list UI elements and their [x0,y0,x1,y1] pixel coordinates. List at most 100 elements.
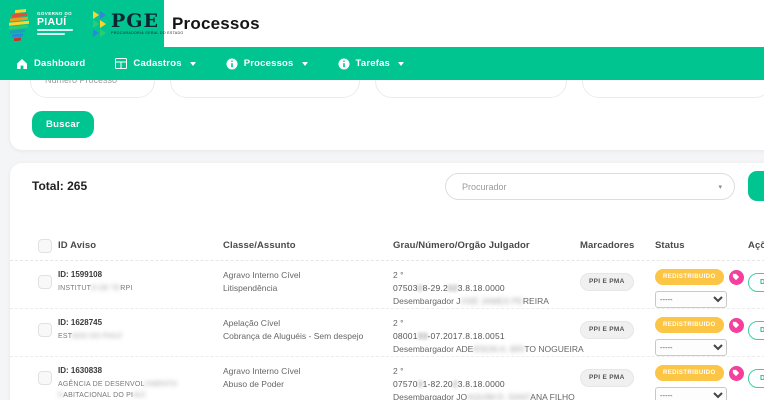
party-name: INSTITUTO DE TERPI [58,285,133,292]
status-badge: REDISTRIBUIDO [655,365,724,381]
grau-numero-cell: 2 ° 0750308-29.2023.8.18.0000 Desembarga… [393,269,580,307]
actions-cut-button[interactable] [748,171,764,201]
info-icon [226,58,238,69]
id-value: 1628745 [70,318,103,327]
status-badge: REDISTRIBUIDO [655,317,724,333]
process-number: 0757031-82.2023.8.18.0000 [393,378,505,389]
nav-item-processos[interactable]: Processos [226,58,308,70]
id-label: ID: [58,270,69,279]
grau-numero-cell: 2 ° 0800133-07.2017.8.18.0051 Desembarga… [393,317,584,355]
detalhes-button[interactable]: DETALHES [748,273,764,292]
chevron-down-icon [189,61,196,66]
row-checkbox[interactable] [38,371,52,385]
detalhes-button[interactable]: DETALHES [748,321,764,340]
id-aviso-cell: ID: 1628745 ESTADO DO PIAUÍ [58,317,223,343]
party-name: AGÊNCIA DE DESENVOLVIMENTO HABITACIONAL … [58,381,178,399]
header-grau-numero: Grau/Número/Orgão Julgador [393,240,530,251]
table-body: ID: 1599108 INSTITUTO DE TERPI Agravo In… [10,261,764,400]
procurador-select[interactable]: Procurador ▾ [445,173,735,200]
nav-label: Processos [243,58,294,69]
buscar-button[interactable]: Buscar [32,111,95,138]
logo-block: GOVERNO DO PIAUÍ PGE PROCURADORIA GERAL … [0,0,183,47]
nav-label: Cadastros [133,58,182,69]
status-select[interactable]: ----- [655,339,727,356]
procurador-placeholder: Procurador [462,181,507,192]
assunto: Litispendência [223,282,278,293]
detalhes-button[interactable]: DETALHES [748,369,764,388]
header-id-aviso: ID Aviso [58,240,97,251]
marcadores-cell: PPI E PMA [580,365,655,387]
grau: 2 ° [393,318,404,328]
classe-assunto-cell: Agravo Interno Cível Litispendência [223,269,393,295]
navbar: Dashboard Cadastros Processos Tarefas [0,47,764,80]
judge-name: Desembargador ADERSON A. BRITO NOGUEIRA [393,343,584,354]
home-icon [17,58,27,69]
nav-item-cadastros[interactable]: Cadastros [115,58,196,69]
gov-tagline-line [37,32,65,35]
gov-logo-line2: PIAUÍ [37,15,67,28]
classe: Agravo Interno Cível [223,270,301,280]
info-icon [338,58,350,69]
pge-chevrons-icon [93,10,106,37]
grau-numero-cell: 2 ° 0757031-82.2023.8.18.0000 Desembarga… [393,365,580,400]
id-value: 1599108 [70,270,103,279]
page-title: Processos [172,13,260,33]
judge-name: Desembargador JOSÉ JAMES PEREIRA [393,295,549,306]
status-badge: REDISTRIBUIDO [655,269,724,285]
classe-assunto-cell: Agravo Interno Cível Abuso de Poder [223,365,393,391]
id-label: ID: [58,366,69,375]
status-cell: REDISTRIBUIDO ----- [655,269,748,308]
grau: 2 ° [393,366,404,376]
status-select[interactable]: ----- [655,291,727,308]
status-select[interactable]: ----- [655,387,727,400]
id-aviso-cell: ID: 1630838 AGÊNCIA DE DESENVOLVIMENTO H… [58,365,223,400]
governo-piaui-logo: GOVERNO DO PIAUÍ [7,7,73,41]
id-label: ID: [58,318,69,327]
table-row: ID: 1599108 INSTITUTO DE TERPI Agravo In… [10,261,764,309]
tag-icon[interactable] [728,269,744,285]
grau: 2 ° [393,270,404,280]
judge-name: Desembargador JOAQUIM D. SANTANA FILHO [393,391,575,400]
status-cell: REDISTRIBUIDO ----- [655,365,748,400]
tag-icon[interactable] [728,365,744,381]
select-all-checkbox[interactable] [38,238,52,253]
table-icon [115,58,128,69]
total-count: Total: 265 [32,179,88,193]
row-checkbox[interactable] [38,323,52,337]
table-row: ID: 1628745 ESTADO DO PIAUÍ Apelação Cív… [10,309,764,357]
header-marcadores: Marcadores [580,240,635,251]
gov-tagline-line [37,29,73,32]
assunto: Abuso de Poder [223,378,284,389]
marcadores-cell: PPI E PMA [580,317,655,339]
app-viewport: GOVERNO DO PIAUÍ PGE PROCURADORIA GERAL … [0,0,764,400]
marcadores-cell: PPI E PMA [580,269,655,291]
table-header-row: ID Aviso Classe/Assunto Grau/Número/Orgã… [10,231,764,261]
process-number: 0750308-29.2023.8.18.0000 [393,282,505,293]
id-value: 1630838 [70,366,103,375]
classe: Agravo Interno Cível [223,366,301,376]
nav-item-dashboard[interactable]: Dashboard [16,58,85,70]
row-checkbox[interactable] [38,275,52,289]
pge-logo: PGE PROCURADORIA GERAL DO ESTADO [93,10,184,37]
piaui-map-icon [9,8,29,41]
table-row: ID: 1630838 AGÊNCIA DE DESENVOLVIMENTO H… [10,357,764,400]
classe: Apelação Cível [223,318,281,328]
header-classe-assunto: Classe/Assunto [223,240,296,251]
acoes-cell: DETALHES [748,317,764,340]
chevron-down-icon: ▾ [718,183,722,191]
top-header: GOVERNO DO PIAUÍ PGE PROCURADORIA GERAL … [0,0,764,47]
marcador-badge: PPI E PMA [580,369,634,387]
marcador-badge: PPI E PMA [580,273,634,291]
nav-item-tarefas[interactable]: Tarefas [338,58,405,70]
status-cell: REDISTRIBUIDO ----- [655,317,748,356]
assunto: Cobrança de Aluguéis - Sem despejo [223,330,364,341]
classe-assunto-cell: Apelação Cível Cobrança de Aluguéis - Se… [223,317,393,343]
chevron-down-icon [301,61,308,66]
tag-icon[interactable] [728,317,744,333]
header-status: Status [655,240,685,251]
id-aviso-cell: ID: 1599108 INSTITUTO DE TERPI [58,269,223,295]
header-acoes: Ações [748,240,764,251]
nav-label: Tarefas [355,58,391,69]
acoes-cell: DETALHES [748,269,764,292]
acoes-cell: DETALHES [748,365,764,388]
